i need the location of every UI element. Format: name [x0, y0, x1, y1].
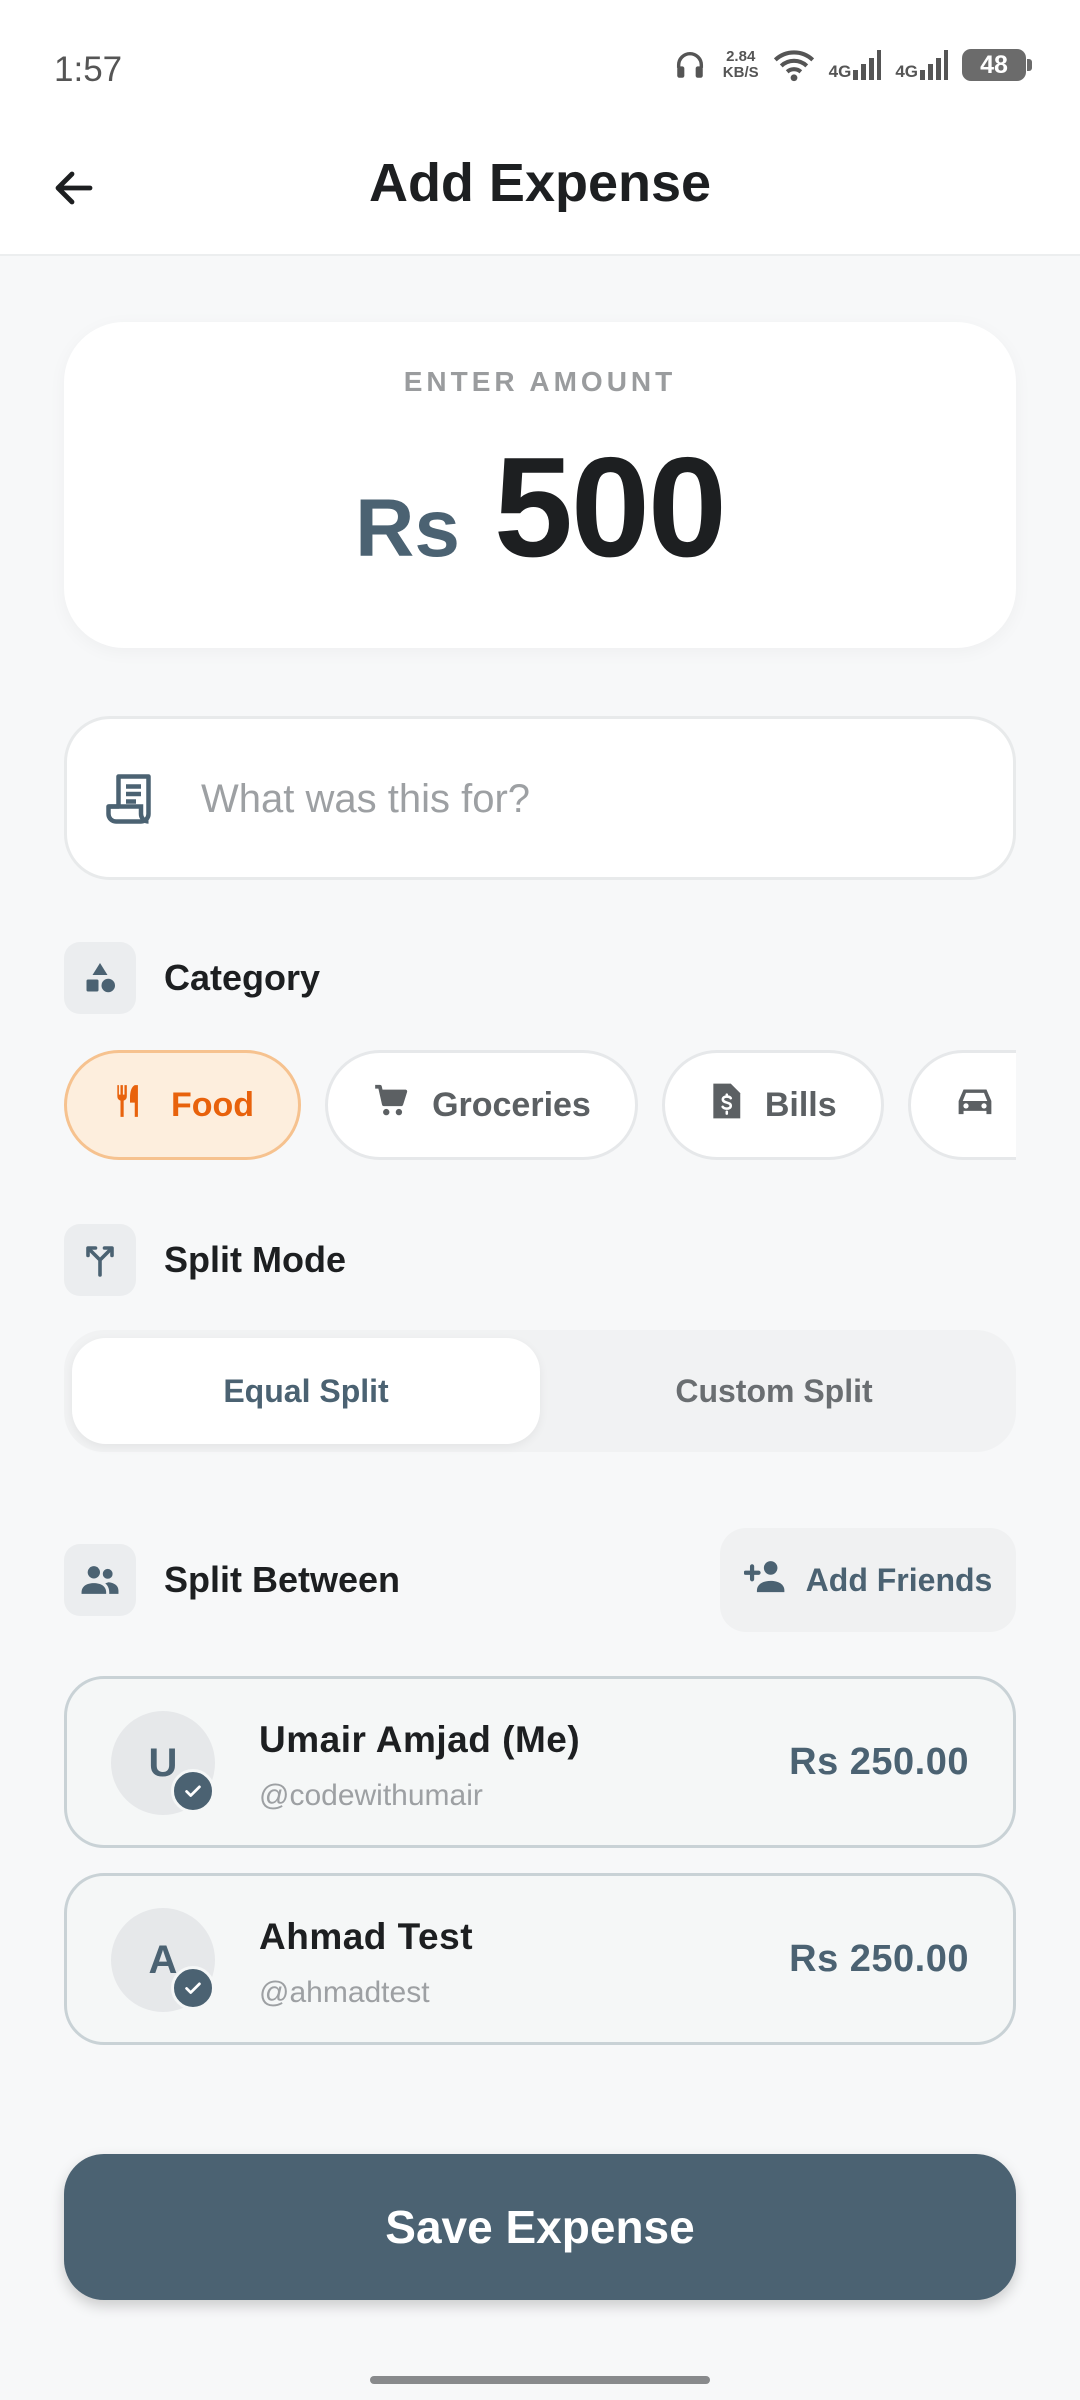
signal-1: 4G — [829, 50, 882, 80]
split-icon — [64, 1224, 136, 1296]
category-chip-transport[interactable]: T — [907, 1050, 1016, 1160]
category-chip-label: Bills — [764, 1085, 837, 1124]
save-expense-button[interactable]: Save Expense — [64, 2154, 1016, 2300]
member-row[interactable]: U Umair Amjad (Me) @codewithumair Rs 250… — [64, 1676, 1016, 1848]
net-speed: 2.84 KB/S — [722, 48, 759, 81]
check-icon — [171, 1769, 215, 1813]
member-handle: @ahmadtest — [259, 1976, 430, 2009]
status-time: 1:57 — [54, 50, 123, 89]
split-mode-title: Split Mode — [164, 1239, 346, 1280]
category-chips[interactable]: Food Groceries Bills T — [64, 1050, 1016, 1162]
person-add-icon — [743, 1559, 786, 1601]
fork-knife-icon — [111, 1081, 149, 1130]
member-handle: @codewithumair — [259, 1779, 483, 1812]
member-name: Umair Amjad (Me) — [259, 1719, 581, 1760]
status-bar: 1:57 2.84 KB/S 4G 4G 48 — [0, 0, 1080, 130]
add-friends-button[interactable]: Add Friends — [720, 1528, 1016, 1632]
category-chip-label: Groceries — [432, 1085, 591, 1124]
arrow-left-icon — [55, 171, 93, 205]
split-between-title: Split Between — [164, 1559, 401, 1600]
car-icon — [955, 1083, 995, 1128]
category-header: Category — [64, 942, 320, 1014]
headphones-icon — [671, 48, 709, 82]
split-mode-header: Split Mode — [64, 1224, 346, 1296]
split-between-header: Split Between — [64, 1544, 400, 1616]
signal-icon — [920, 50, 948, 80]
signal-2: 4G — [895, 50, 948, 80]
amount-label: ENTER AMOUNT — [403, 366, 677, 397]
group-icon — [64, 1544, 136, 1616]
description-input[interactable] — [201, 759, 981, 839]
amount-card[interactable]: ENTER AMOUNT Rs 500 — [64, 322, 1016, 648]
member-share-amount: Rs 250.00 — [789, 1938, 969, 1980]
description-field[interactable] — [64, 716, 1016, 880]
category-chip-label: Food — [171, 1085, 255, 1124]
member-row[interactable]: A Ahmad Test @ahmadtest Rs 250.00 — [64, 1873, 1016, 2045]
split-mode-toggle[interactable]: Equal Split Custom Split — [64, 1330, 1016, 1452]
category-chip-food[interactable]: Food — [64, 1050, 302, 1160]
signal-icon — [853, 50, 882, 80]
add-friends-label: Add Friends — [805, 1561, 993, 1598]
bill-icon — [709, 1082, 743, 1129]
category-chip-bills[interactable]: Bills — [661, 1050, 884, 1160]
app-header: Add Expense — [0, 130, 1080, 256]
category-title: Category — [164, 957, 321, 998]
cart-icon — [372, 1082, 410, 1129]
check-icon — [171, 1966, 215, 2010]
category-chip-groceries[interactable]: Groceries — [325, 1050, 638, 1160]
member-share-amount: Rs 250.00 — [789, 1741, 969, 1783]
member-name: Ahmad Test — [259, 1916, 474, 1957]
status-icons: 2.84 KB/S 4G 4G 48 — [671, 48, 1032, 82]
amount-display[interactable]: Rs 500 — [64, 426, 1016, 590]
page-title: Add Expense — [368, 153, 712, 213]
custom-split-option[interactable]: Custom Split — [540, 1338, 1008, 1444]
back-button[interactable] — [42, 156, 106, 220]
shapes-icon — [64, 942, 136, 1014]
home-indicator[interactable] — [370, 2376, 710, 2384]
currency-symbol: Rs — [355, 483, 460, 574]
receipt-icon — [101, 769, 161, 834]
battery-icon: 48 — [962, 49, 1032, 81]
equal-split-option[interactable]: Equal Split — [72, 1338, 540, 1444]
wifi-icon — [773, 48, 815, 82]
amount-value[interactable]: 500 — [494, 426, 727, 590]
